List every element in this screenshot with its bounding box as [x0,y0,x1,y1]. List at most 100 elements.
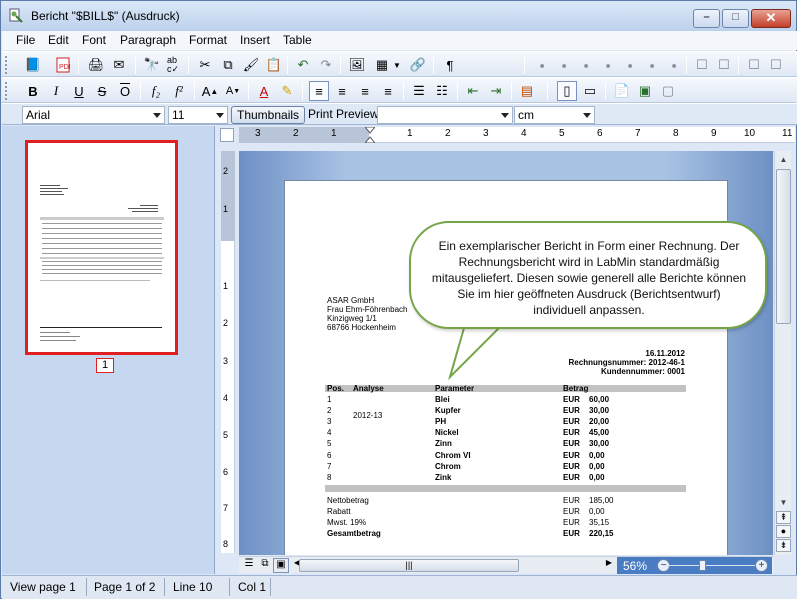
paste-icon[interactable]: 📋 [264,55,284,75]
menu-insert[interactable]: Insert [240,33,270,47]
vertical-scrollbar[interactable]: ▲ ▼ ⇞ ● ⇟ [774,151,791,555]
page-layout-icon[interactable]: ▯ [557,81,577,101]
increase-indent-icon[interactable]: ⇥ [486,81,506,101]
frame-icon[interactable]: ☐ [692,55,712,75]
toolbar-grip[interactable] [5,56,9,74]
comment-icon[interactable]: ▪ [642,55,662,75]
pdf-export-icon[interactable]: PDF [53,55,73,75]
subscript-icon[interactable]: f₂ [146,81,166,101]
undo-icon[interactable]: ↶ [293,55,313,75]
toolbar-separator [686,56,687,74]
comment-icon[interactable]: ▪ [620,55,640,75]
scroll-down-icon[interactable]: ▼ [776,495,791,510]
zoom-slider-handle[interactable] [699,560,706,571]
minimize-icon: – [703,11,710,23]
justify-icon[interactable]: ≡ [378,81,398,101]
chevron-down-icon[interactable]: ▼ [392,55,402,75]
menu-table[interactable]: Table [283,33,312,47]
ruler-corner[interactable] [220,128,234,142]
hyperlink-icon[interactable]: 🔗 [408,55,428,75]
minimize-button[interactable]: – [693,9,720,28]
email-icon[interactable]: ✉ [109,55,129,75]
insert-page-icon[interactable]: 📄 [612,81,632,101]
zoom-in-icon[interactable]: + [755,559,768,572]
menu-file[interactable]: File [16,33,35,47]
copy-icon[interactable]: ⧉ [218,55,238,75]
frame-icon[interactable]: ☐ [714,55,734,75]
insert-image-icon[interactable]: 🖼 [347,55,367,75]
open-book-icon[interactable]: 📘 [23,55,43,75]
toolbar-separator [605,82,606,100]
paragraph-format-icon[interactable]: ▤ [517,81,537,101]
align-right-icon[interactable]: ≡ [355,81,375,101]
comment-icon[interactable]: ▪ [664,55,684,75]
menu-font[interactable]: Font [82,33,106,47]
menu-paragraph[interactable]: Paragraph [120,33,176,47]
close-button[interactable]: ✕ [751,9,791,28]
grow-font-icon[interactable]: A ▲ [200,81,220,101]
unit-select[interactable]: cm [514,106,595,124]
frame-icon[interactable]: ☐ [744,55,764,75]
bold-icon[interactable]: B [23,81,43,101]
frame-icon[interactable]: ☐ [766,55,786,75]
menu-edit[interactable]: Edit [48,33,69,47]
toolbar-separator [78,56,79,74]
comment-icon[interactable]: ▪ [532,55,552,75]
superscript-icon[interactable]: f² [169,81,189,101]
overline-icon[interactable]: O [115,81,135,101]
zoom-slider-track[interactable] [663,565,755,566]
section-icon[interactable]: ▣ [635,81,655,101]
vertical-ruler[interactable]: 2 1 1 2 3 4 5 6 7 8 [221,151,235,553]
previous-page-icon[interactable]: ⇞ [776,511,791,524]
toolbar-grip[interactable] [5,82,9,100]
web-view-icon[interactable]: ⧉ [257,558,273,573]
comment-icon[interactable]: ▪ [554,55,574,75]
draft-layout-icon[interactable]: ▭ [580,81,600,101]
strikethrough-icon[interactable]: S [92,81,112,101]
font-size-select[interactable]: 11 [168,106,228,124]
align-center-icon[interactable]: ≡ [332,81,352,101]
find-icon[interactable]: 🔭 [142,55,162,75]
scroll-up-icon[interactable]: ▲ [776,152,791,167]
menu-format[interactable]: Format [189,33,227,47]
close-icon: ✕ [765,10,777,25]
underline-icon[interactable]: U [69,81,89,101]
print-icon[interactable]: 🖨 [86,55,106,75]
bullet-list-icon[interactable]: ☰ [409,81,429,101]
insert-table-icon[interactable]: ▦ [372,55,392,75]
font-name-select[interactable]: Arial [22,106,165,124]
style-select[interactable] [377,106,513,124]
tab-print-preview[interactable]: Print Preview [303,106,384,124]
horizontal-ruler[interactable]: 3 2 1 1 2 3 4 5 6 7 8 9 10 11 [239,127,795,143]
page-view-icon[interactable]: ▣ [273,558,289,573]
next-page-icon[interactable]: ⇟ [776,539,791,552]
scroll-right-icon[interactable]: ▶ [601,558,617,573]
maximize-button[interactable]: □ [722,9,749,28]
row-parameter: PH [435,417,447,427]
indent-marker-icon[interactable] [365,127,375,143]
tab-thumbnails[interactable]: Thumbnails [231,106,306,124]
pilcrow-icon[interactable]: ¶ [440,55,460,75]
comment-icon[interactable]: ▪ [576,55,596,75]
spellcheck-icon[interactable]: ab c✓ [163,55,183,75]
comment-icon[interactable]: ▪ [598,55,618,75]
page-thumbnail[interactable] [25,140,178,355]
italic-icon[interactable]: I [46,81,66,101]
normal-view-icon[interactable]: ☰ [241,558,257,573]
font-color-icon[interactable]: A [254,81,274,101]
horizontal-scroll-thumb[interactable]: ||| [299,559,519,572]
format-painter-icon[interactable]: 🖌 [241,55,261,75]
zoom-level: 56% [623,559,648,573]
cut-icon[interactable]: ✂ [195,55,215,75]
browse-object-icon[interactable]: ● [776,525,791,538]
document-area[interactable]: ASAR GmbH Frau Ehm-Föhrenbach Kinzigweg … [239,151,773,555]
thumb-line [42,223,162,224]
delete-page-icon[interactable]: ▢ [658,81,678,101]
redo-icon[interactable]: ↷ [316,55,336,75]
highlight-icon[interactable]: ✎ [277,81,297,101]
vertical-scroll-thumb[interactable] [776,169,791,324]
numbered-list-icon[interactable]: ☷ [432,81,452,101]
decrease-indent-icon[interactable]: ⇤ [463,81,483,101]
shrink-font-icon[interactable]: A ▼ [223,81,243,101]
align-left-icon[interactable]: ≡ [309,81,329,101]
